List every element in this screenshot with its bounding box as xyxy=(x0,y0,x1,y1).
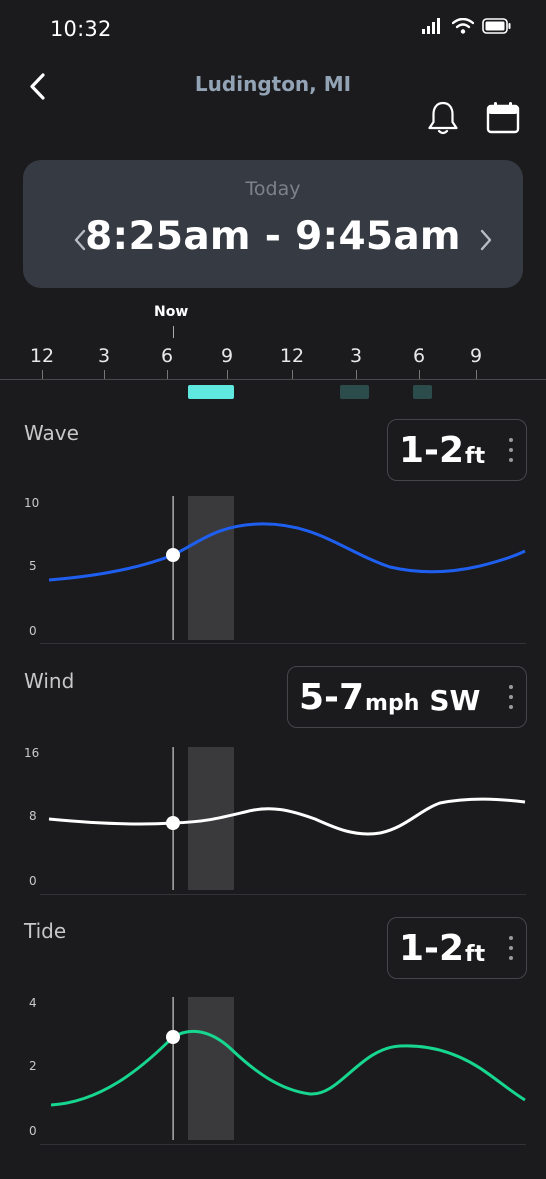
session-bar[interactable] xyxy=(413,385,432,399)
selected-session-bar[interactable] xyxy=(188,385,234,399)
now-marker xyxy=(173,326,174,338)
now-label: Now xyxy=(154,304,189,320)
wave-value: 1-2 xyxy=(399,429,465,471)
tide-axis-label: 4 xyxy=(29,996,37,1010)
chevron-right-icon xyxy=(480,229,492,251)
wifi-icon xyxy=(452,18,474,34)
timeline-tick-label: 12 xyxy=(279,345,305,367)
selected-window-band xyxy=(188,997,234,1140)
status-time: 10:32 xyxy=(50,17,112,41)
wave-axis-label: 10 xyxy=(24,496,39,510)
time-range: 8:25am - 9:45am xyxy=(85,214,461,259)
timeline-tick-label: 3 xyxy=(349,345,363,367)
tide-label: Tide xyxy=(24,919,67,943)
wave-now-point xyxy=(166,548,180,562)
tide-divider xyxy=(40,1144,526,1145)
bell-icon xyxy=(428,101,458,135)
wind-axis-label: 0 xyxy=(29,874,37,888)
wind-direction: SW xyxy=(429,683,481,717)
more-vertical-icon xyxy=(509,685,513,709)
tide-axis-label: 2 xyxy=(29,1059,37,1073)
session-bar[interactable] xyxy=(340,385,369,399)
surf-forecast-screen: 10:32 Ludington, MI Today 8:25am - 9:45a… xyxy=(0,0,546,1179)
wind-now-point xyxy=(166,816,180,830)
wind-axis-label: 16 xyxy=(24,746,39,760)
battery-icon xyxy=(482,18,511,34)
wind-divider xyxy=(40,894,526,895)
now-line xyxy=(172,496,174,640)
timeline-tick-label: 12 xyxy=(29,345,55,367)
timeline-divider xyxy=(0,379,546,380)
tide-chart: 4 2 0 xyxy=(29,996,526,1145)
wind-value-card: 5-7 mph SW xyxy=(287,666,527,728)
wave-axis-label: 0 xyxy=(29,624,37,638)
wind-value: 5-7 xyxy=(299,676,365,718)
tide-line xyxy=(50,1029,526,1107)
wave-axis-label: 5 xyxy=(29,559,37,573)
timeline-tick-label: 6 xyxy=(412,345,426,367)
next-window-button[interactable] xyxy=(471,224,499,256)
timeline-tick-label: 3 xyxy=(97,345,111,367)
tide-value: 1-2 xyxy=(399,927,465,969)
wave-unit: ft xyxy=(465,443,486,469)
wave-chart: 10 5 0 xyxy=(24,496,526,644)
wave-label: Wave xyxy=(24,421,79,445)
timeline-tick-label: 9 xyxy=(469,345,483,367)
tide-now-point xyxy=(166,1030,180,1044)
time-window-card: Today 8:25am - 9:45am xyxy=(23,160,523,288)
cellular-signal-icon xyxy=(422,18,440,34)
selected-window-band xyxy=(188,496,234,640)
wave-divider xyxy=(40,643,526,644)
wave-value-card: 1-2 ft xyxy=(387,419,527,481)
status-icons xyxy=(422,18,512,34)
wind-unit: mph xyxy=(365,690,420,716)
more-vertical-icon xyxy=(509,438,513,462)
tide-unit: ft xyxy=(465,941,486,967)
timeline-tick-label: 6 xyxy=(160,345,174,367)
location-title: Ludington, MI xyxy=(194,72,352,96)
wave-more-button[interactable] xyxy=(504,434,518,468)
notifications-button[interactable] xyxy=(426,100,460,136)
more-vertical-icon xyxy=(509,936,513,960)
tide-axis-label: 0 xyxy=(29,1124,37,1138)
calendar-button[interactable] xyxy=(484,100,522,136)
wind-axis-label: 8 xyxy=(29,809,37,823)
wind-label: Wind xyxy=(24,669,75,693)
wave-line xyxy=(48,522,526,582)
wind-more-button[interactable] xyxy=(504,681,518,715)
tide-more-button[interactable] xyxy=(504,932,518,966)
wind-line xyxy=(48,797,526,836)
day-label: Today xyxy=(245,178,301,200)
wind-chart: 16 8 0 xyxy=(24,746,526,895)
tide-value-card: 1-2 ft xyxy=(387,917,527,979)
calendar-icon xyxy=(486,102,520,134)
timeline-tick-label: 9 xyxy=(220,345,234,367)
now-line xyxy=(172,997,174,1140)
